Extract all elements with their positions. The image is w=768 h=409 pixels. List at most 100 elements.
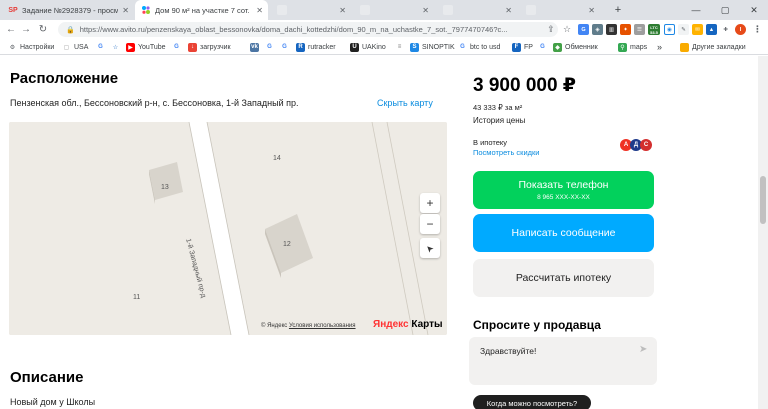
bookmark-item[interactable]: S SINOPTIK [410, 41, 455, 53]
other-bookmarks[interactable]: Другие закладки [680, 41, 746, 53]
google-icon: G [98, 44, 103, 50]
house-number-label: 14 [273, 155, 281, 162]
browser-tab[interactable]: ✕ [354, 0, 434, 20]
bookmark-item[interactable]: Gbtc to usd [458, 41, 500, 53]
extension-icon[interactable]: ☰ [634, 24, 645, 35]
geolocation-button[interactable]: ➤ [420, 238, 440, 258]
sinoptik-icon: S [410, 42, 419, 52]
scrollbar-thumb[interactable] [760, 176, 766, 224]
house-number-label: 12 [283, 241, 291, 248]
bookmark-label: YouTube [138, 43, 166, 51]
folder-icon [680, 42, 689, 52]
list-icon: ≡ [397, 44, 402, 50]
ask-seller-input[interactable] [469, 337, 657, 385]
back-icon[interactable]: ← [4, 22, 18, 36]
browser-tab[interactable]: ✕ [437, 0, 517, 20]
extension-icon[interactable]: ◈ [592, 24, 603, 35]
extension-icon[interactable]: ✉ [692, 24, 703, 35]
exchange-icon: ◆ [553, 42, 562, 52]
bookmark-item[interactable]: ⚲ maps [618, 41, 647, 53]
extensions-puzzle-icon[interactable]: ✚ [720, 24, 731, 35]
new-tab-button[interactable]: + [604, 0, 632, 20]
write-message-button[interactable]: Написать сообщение [473, 214, 654, 252]
bookmark-item[interactable]: ☆ [111, 41, 123, 53]
close-tab-icon[interactable]: ✕ [505, 6, 512, 15]
tab-title: Задание №2928379 - просмотр з [22, 5, 118, 15]
extension-icon[interactable]: ◉ [664, 24, 675, 35]
avatar[interactable]: I [735, 24, 746, 35]
calculate-mortgage-button[interactable]: Рассчитать ипотеку [473, 259, 654, 297]
bookmark-item[interactable]: Rrutracker [296, 41, 336, 53]
view-discounts-link[interactable]: Посмотреть скидки [473, 148, 540, 157]
quick-question-chip[interactable]: Когда можно посмотреть? [473, 395, 591, 409]
masked-phone-number: 8 965 XXX-XX-XX [537, 194, 590, 201]
zoom-in-button[interactable]: + [420, 193, 440, 213]
bookmark-item[interactable]: ◆ Обменник [553, 41, 598, 53]
google-icon: G [174, 44, 179, 50]
reload-icon[interactable]: ↻ [36, 22, 50, 36]
map[interactable]: 1-й Западный пр-д 13 12 14 11 + − ➤ © Ян… [9, 122, 447, 335]
close-tab-icon[interactable]: ✕ [256, 6, 263, 15]
location-heading: Расположение [10, 70, 119, 87]
bookmark-item[interactable]: ▶ YouTube [126, 41, 166, 53]
close-tab-icon[interactable]: ✕ [588, 6, 595, 15]
bookmark-label: загрузчик [200, 43, 231, 51]
bookmark-item[interactable]: F FP [512, 41, 533, 53]
price: 3 900 000 ₽ [473, 75, 577, 96]
bookmark-label: UAKino [362, 43, 386, 51]
bookmark-item[interactable]: G [280, 41, 292, 53]
bookmark-item[interactable]: G [96, 41, 108, 53]
address-bar[interactable]: 🔒 https://www.avito.ru/penzenskaya_oblas… [58, 22, 558, 37]
price-history-link[interactable]: История цены [473, 116, 525, 125]
extension-icon[interactable]: ✦ [620, 24, 631, 35]
url-text: https://www.avito.ru/penzenskaya_oblast_… [79, 25, 508, 34]
bookmark-label: SINOPTIK [422, 43, 455, 51]
show-phone-label: Показать телефон [518, 179, 609, 191]
sp-favicon-icon: SP [8, 6, 18, 14]
hide-map-link[interactable]: Скрыть карту [377, 98, 433, 108]
bookmark-item[interactable]: G [172, 41, 184, 53]
yandex-maps-logo[interactable]: Яндекс Карты [373, 319, 443, 330]
close-window-icon[interactable]: ✕ [740, 0, 768, 20]
bookmark-item[interactable]: vk [250, 41, 262, 53]
bookmark-item[interactable]: U UAKino [350, 41, 386, 53]
browser-tab[interactable]: ✕ [271, 0, 351, 20]
extension-icon[interactable]: ✎ [678, 24, 689, 35]
send-icon[interactable]: ➤ [639, 344, 647, 355]
close-tab-icon[interactable]: ✕ [339, 6, 346, 15]
bookmark-item[interactable]: ⚙ Настройки [8, 41, 55, 53]
fp-icon: F [512, 42, 521, 52]
extension-icon[interactable]: ▲ [706, 24, 717, 35]
close-tab-icon[interactable]: ✕ [122, 6, 129, 15]
download-icon: ↓ [188, 42, 197, 52]
menu-kebab-icon[interactable]: ⋮ [752, 24, 763, 35]
bookmark-star-icon[interactable]: ☆ [560, 22, 574, 36]
house-number-label: 11 [133, 294, 141, 301]
page-scrollbar[interactable] [758, 56, 768, 409]
google-icon: G [540, 44, 545, 50]
minimize-icon[interactable]: — [682, 0, 710, 20]
browser-tab[interactable]: SP Задание №2928379 - просмотр з ✕ [2, 0, 134, 20]
price-per-m2: 43 333 ₽ за м² [473, 103, 523, 112]
maximize-icon[interactable]: ▢ [711, 0, 739, 20]
zoom-out-button[interactable]: − [420, 214, 440, 234]
google-icon: G [282, 44, 287, 50]
browser-tab[interactable]: ✕ [520, 0, 600, 20]
show-phone-button[interactable]: Показать телефон 8 965 XXX-XX-XX [473, 171, 654, 209]
ltc-extension-icon[interactable]: LTC 53.5 [648, 24, 660, 35]
navigation-arrow-icon: ➤ [423, 242, 436, 255]
terms-of-use-link[interactable]: Условия использования [289, 323, 356, 329]
bookmark-item[interactable]: G [265, 41, 277, 53]
bookmark-item[interactable]: ↓ загрузчик [188, 41, 231, 53]
extension-icon[interactable]: G [578, 24, 589, 35]
forward-icon[interactable]: → [19, 22, 33, 36]
share-icon[interactable]: ⇪ [544, 22, 558, 36]
browser-tab-active[interactable]: Дом 90 м² на участке 7 сот. на пр ✕ [135, 0, 268, 20]
bookmark-item[interactable]: ≡ [395, 41, 407, 53]
extension-icon[interactable]: ▥ [606, 24, 617, 35]
page-favicon-icon [277, 5, 287, 15]
close-tab-icon[interactable]: ✕ [422, 6, 429, 15]
bookmark-item[interactable]: G [538, 41, 550, 53]
bookmark-item[interactable]: ▢ USA [62, 41, 89, 53]
bookmarks-overflow-icon[interactable]: » [657, 41, 662, 53]
